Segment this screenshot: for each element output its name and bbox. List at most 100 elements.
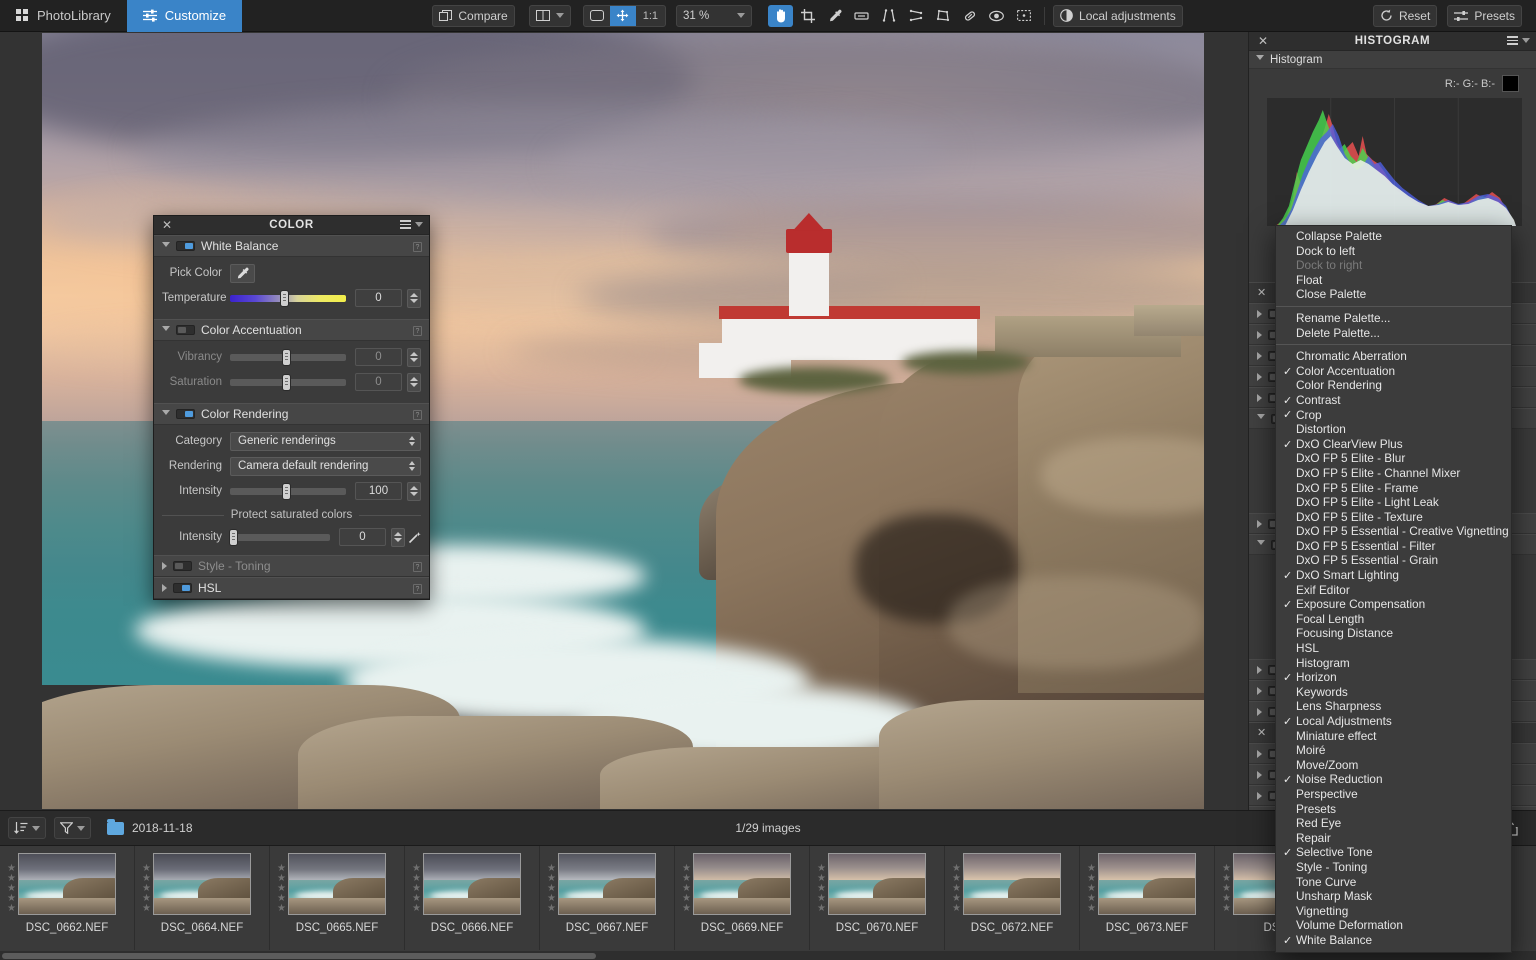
menu-item-focusing-distance[interactable]: Focusing Distance [1276,626,1511,641]
thumbnail-image[interactable] [423,853,521,915]
star-icon[interactable]: ★ [7,894,16,903]
menu-item-close-palette[interactable]: Close Palette [1276,287,1511,302]
star-icon[interactable]: ★ [952,904,961,913]
star-icon[interactable]: ★ [817,884,826,893]
style-toning-toggle[interactable] [173,561,192,571]
perspective-rectangle-tool[interactable] [930,5,955,27]
filmstrip-item[interactable]: ★★★★★DSC_0670.NEF [810,846,945,950]
perspective-horizontal-tool[interactable] [903,5,928,27]
filmstrip-item[interactable]: ★★★★★DSC_0667.NEF [540,846,675,950]
star-icon[interactable]: ★ [952,874,961,883]
menu-item-collapse-palette[interactable]: Collapse Palette [1276,229,1511,244]
menu-item-dxo-fp-5-elite-texture[interactable]: DxO FP 5 Elite - Texture [1276,510,1511,525]
chevron-right-icon[interactable] [1257,331,1262,339]
star-icon[interactable]: ★ [1087,874,1096,883]
menu-item-unsharp-mask[interactable]: Unsharp Mask [1276,889,1511,904]
section-header-white-balance[interactable]: White Balance ? [154,235,429,257]
thumbnail-image[interactable] [828,853,926,915]
view-mode-button[interactable] [529,5,571,27]
protect-intensity-slider-knob[interactable] [230,530,237,545]
menu-item-vignetting[interactable]: Vignetting [1276,904,1511,919]
magic-wand-icon[interactable] [408,531,421,544]
temperature-slider[interactable] [230,295,346,302]
star-icon[interactable]: ★ [817,904,826,913]
star-icon[interactable]: ★ [817,864,826,873]
star-icon[interactable]: ★ [817,894,826,903]
menu-item-dxo-fp-5-essential-creative-vignetting[interactable]: DxO FP 5 Essential - Creative Vignetting [1276,524,1511,539]
menu-item-red-eye[interactable]: Red Eye [1276,816,1511,831]
menu-item-keywords[interactable]: Keywords [1276,685,1511,700]
intensity-stepper[interactable] [407,482,421,501]
chevron-right-icon[interactable] [162,584,167,592]
selection-tool[interactable] [1011,5,1036,27]
saturation-stepper[interactable] [407,373,421,392]
protect-intensity-stepper[interactable] [391,528,405,547]
menu-item-local-adjustments[interactable]: ✓Local Adjustments [1276,714,1511,729]
star-icon[interactable]: ★ [1222,894,1231,903]
repair-tool[interactable] [957,5,982,27]
filmstrip-scroll-thumb[interactable] [2,953,596,959]
star-icon[interactable]: ★ [7,884,16,893]
presets-button[interactable]: Presets [1447,5,1522,27]
zoom-level-select[interactable]: 31 % [676,5,752,27]
menu-item-white-balance[interactable]: ✓White Balance [1276,933,1511,948]
chevron-right-icon[interactable] [1257,373,1262,381]
thumbnail-image[interactable] [18,853,116,915]
intensity-value[interactable]: 100 [355,482,402,500]
menu-item-dxo-fp-5-essential-grain[interactable]: DxO FP 5 Essential - Grain [1276,553,1511,568]
menu-item-repair[interactable]: Repair [1276,831,1511,846]
menu-item-contrast[interactable]: ✓Contrast [1276,393,1511,408]
filter-button[interactable] [54,817,91,839]
rating-stars[interactable]: ★★★★★ [142,864,151,913]
chevron-right-icon[interactable] [1257,666,1262,674]
menu-item-float[interactable]: Float [1276,273,1511,288]
star-icon[interactable]: ★ [817,874,826,883]
star-icon[interactable]: ★ [682,874,691,883]
chevron-right-icon[interactable] [1257,520,1262,528]
close-icon[interactable]: ✕ [1258,35,1268,47]
star-icon[interactable]: ★ [142,884,151,893]
chevron-down-icon[interactable] [1256,55,1264,64]
menu-item-dxo-fp-5-essential-filter[interactable]: DxO FP 5 Essential - Filter [1276,539,1511,554]
menu-item-lens-sharpness[interactable]: Lens Sharpness [1276,699,1511,714]
temperature-slider-knob[interactable] [281,291,288,306]
star-icon[interactable]: ★ [277,904,286,913]
thumbnail-image[interactable] [288,853,386,915]
section-header-style-toning[interactable]: Style - Toning ? [154,555,429,577]
zoom-mode-segment[interactable]: 1:1 [583,5,666,27]
hsl-toggle[interactable] [173,583,192,593]
folder-breadcrumb[interactable]: 2018-11-18 [107,821,193,835]
rating-stars[interactable]: ★★★★★ [1222,864,1231,913]
help-icon[interactable]: ? [413,584,422,594]
rating-stars[interactable]: ★★★★★ [682,864,691,913]
rendering-select[interactable]: Camera default rendering [230,457,421,476]
star-icon[interactable]: ★ [547,864,556,873]
star-icon[interactable]: ★ [1087,894,1096,903]
rating-stars[interactable]: ★★★★★ [1087,864,1096,913]
rating-stars[interactable]: ★★★★★ [952,864,961,913]
perspective-vertical-tool[interactable] [876,5,901,27]
chevron-down-icon[interactable] [162,326,170,335]
star-icon[interactable]: ★ [952,884,961,893]
menu-item-presets[interactable]: Presets [1276,802,1511,817]
intensity-slider-knob[interactable] [283,484,290,499]
chevron-right-icon[interactable] [1257,792,1262,800]
white-balance-toggle[interactable] [176,241,195,251]
thumbnail-image[interactable] [963,853,1061,915]
star-icon[interactable]: ★ [682,904,691,913]
pan-mode-button[interactable] [610,6,636,26]
chevron-right-icon[interactable] [1257,394,1262,402]
intensity-slider[interactable] [230,488,346,495]
rating-stars[interactable]: ★★★★★ [277,864,286,913]
star-icon[interactable]: ★ [1222,884,1231,893]
menu-item-dxo-fp-5-elite-blur[interactable]: DxO FP 5 Elite - Blur [1276,451,1511,466]
star-icon[interactable]: ★ [682,864,691,873]
star-icon[interactable]: ★ [277,874,286,883]
vibrancy-stepper[interactable] [407,348,421,367]
tab-photolibrary[interactable]: PhotoLibrary [0,0,127,32]
color-rendering-toggle[interactable] [176,409,195,419]
menu-item-dxo-fp-5-elite-channel-mixer[interactable]: DxO FP 5 Elite - Channel Mixer [1276,466,1511,481]
star-icon[interactable]: ★ [7,874,16,883]
star-icon[interactable]: ★ [142,874,151,883]
red-eye-tool[interactable] [984,5,1009,27]
